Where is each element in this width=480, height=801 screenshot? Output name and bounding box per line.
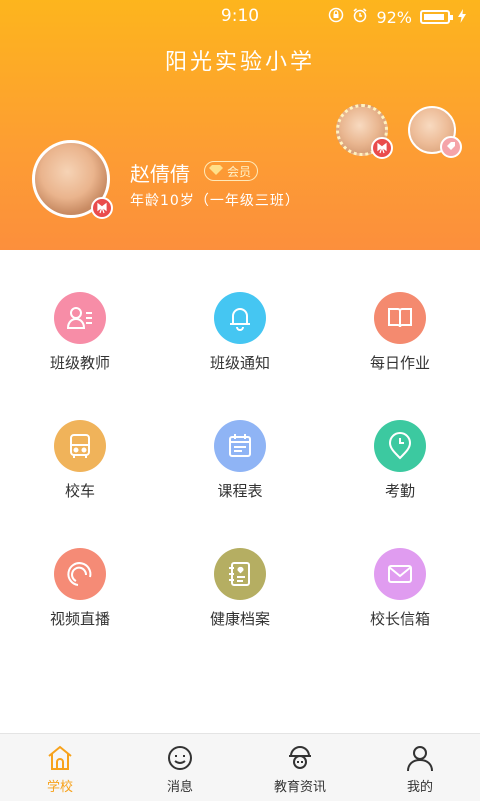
- battery-percent: 92%: [376, 7, 412, 27]
- health-record-icon: [214, 548, 266, 600]
- feature-label: 班级通知: [209, 354, 270, 372]
- feature-label: 班级教师: [49, 354, 110, 372]
- tab-education-news[interactable]: 教育资讯: [240, 734, 360, 801]
- battery-icon: [420, 10, 453, 24]
- feature-daily-homework[interactable]: 每日作业: [320, 270, 480, 380]
- bell-icon: [214, 292, 266, 344]
- child-avatar-2[interactable]: [408, 106, 462, 158]
- calendar-icon: [214, 420, 266, 472]
- feature-label: 考勤: [384, 482, 415, 500]
- news-icon: [284, 742, 316, 774]
- status-bar: 9:10 92%: [0, 0, 480, 32]
- member-label: 会员: [227, 164, 252, 179]
- child-avatar-1[interactable]: [336, 104, 393, 159]
- user-avatar[interactable]: [32, 140, 113, 219]
- book-icon: [374, 292, 426, 344]
- member-badge: 会员: [204, 161, 259, 181]
- tab-label: 学校: [46, 780, 73, 795]
- home-icon: [44, 742, 76, 774]
- user-info: 年龄10岁（一年级三班）: [130, 193, 300, 209]
- feature-principal-mailbox[interactable]: 校长信箱: [320, 526, 480, 636]
- message-icon: [164, 742, 196, 774]
- feature-label: 课程表: [217, 482, 263, 500]
- feature-label: 健康档案: [209, 610, 270, 628]
- feature-live-video[interactable]: 视频直播: [0, 526, 160, 636]
- video-icon: [54, 548, 106, 600]
- ribbon-badge-icon: [371, 137, 393, 159]
- charging-icon: [458, 8, 466, 27]
- location-clock-icon: [374, 420, 426, 472]
- mail-icon: [374, 548, 426, 600]
- feature-class-notice[interactable]: 班级通知: [160, 270, 320, 380]
- tab-messages[interactable]: 消息: [120, 734, 240, 801]
- feature-school-bus[interactable]: 校车: [0, 398, 160, 508]
- alarm-icon: [352, 7, 368, 27]
- bus-icon: [54, 420, 106, 472]
- feature-label: 校车: [64, 482, 95, 500]
- tag-badge-icon: [440, 136, 462, 158]
- rotation-lock-icon: [328, 7, 344, 27]
- tab-label: 消息: [166, 780, 193, 795]
- ribbon-badge-icon: [91, 197, 113, 219]
- bottom-tab-bar: 学校 消息 教育资讯 我的: [0, 733, 480, 801]
- tab-profile[interactable]: 我的: [360, 734, 480, 801]
- school-title: 阳光实验小学: [164, 50, 315, 75]
- status-icons: 92%: [328, 7, 466, 27]
- diamond-icon: [209, 164, 223, 178]
- feature-label: 视频直播: [49, 610, 110, 628]
- feature-label: 每日作业: [369, 354, 430, 372]
- user-name: 赵倩倩: [130, 162, 190, 186]
- feature-timetable[interactable]: 课程表: [160, 398, 320, 508]
- tab-school[interactable]: 学校: [0, 734, 120, 801]
- feature-health-records[interactable]: 健康档案: [160, 526, 320, 636]
- tab-label: 我的: [406, 780, 433, 795]
- profile-header: 9:10 92% 阳光实验小学 赵倩倩 会员 年龄10岁（一年级三班）: [0, 0, 480, 250]
- teacher-icon: [54, 292, 106, 344]
- tab-label: 教育资讯: [273, 780, 326, 795]
- profile-icon: [404, 742, 436, 774]
- feature-attendance[interactable]: 考勤: [320, 398, 480, 508]
- feature-class-teachers[interactable]: 班级教师: [0, 270, 160, 380]
- feature-label: 校长信箱: [369, 610, 430, 628]
